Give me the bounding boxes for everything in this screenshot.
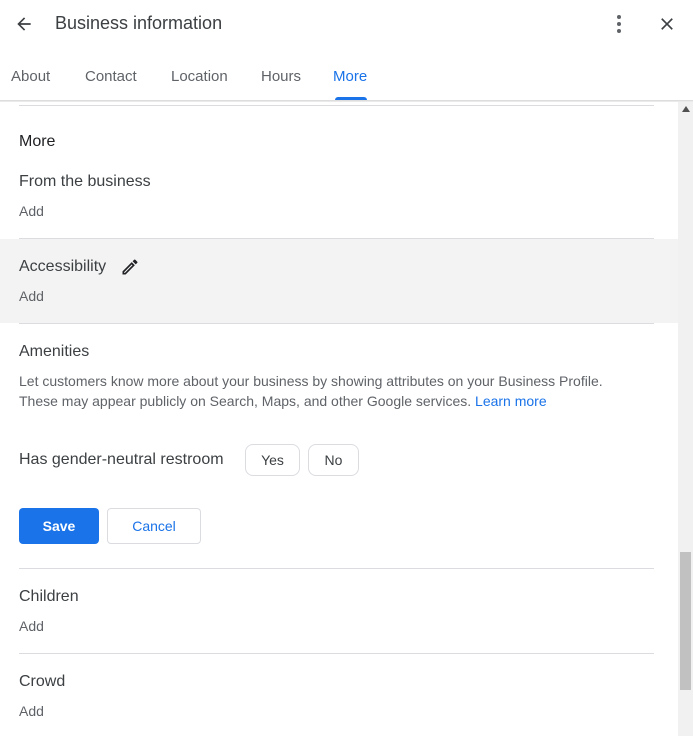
accessibility-row[interactable] bbox=[0, 239, 678, 323]
save-button[interactable]: Save bbox=[19, 508, 99, 544]
back-button[interactable] bbox=[10, 10, 38, 38]
divider bbox=[19, 653, 654, 654]
tab-hours[interactable]: Hours bbox=[261, 68, 301, 85]
vertical-scrollbar[interactable] bbox=[678, 102, 693, 736]
dialog-title: Business information bbox=[55, 13, 223, 33]
amenities-title: Amenities bbox=[19, 343, 90, 360]
tab-more[interactable]: More bbox=[333, 68, 367, 85]
scrollbar-thumb[interactable] bbox=[680, 552, 691, 690]
divider bbox=[19, 568, 654, 569]
amenities-description: Let customers know more about your busin… bbox=[19, 371, 639, 411]
tab-about[interactable]: About bbox=[11, 68, 50, 85]
section-heading: More bbox=[19, 133, 56, 150]
crowd-add-link[interactable]: Add bbox=[19, 703, 44, 719]
divider bbox=[19, 105, 654, 106]
divider bbox=[19, 323, 654, 324]
dialog-header: Business information bbox=[0, 0, 693, 48]
accessibility-add-link[interactable]: Add bbox=[19, 288, 44, 304]
arrow-back-icon bbox=[17, 17, 31, 31]
more-options-button[interactable] bbox=[606, 10, 632, 38]
close-icon bbox=[661, 18, 673, 30]
tab-location[interactable]: Location bbox=[171, 68, 228, 85]
gender-neutral-restroom-label: Has gender-neutral restroom bbox=[19, 451, 224, 468]
children-add-link[interactable]: Add bbox=[19, 618, 44, 634]
close-button[interactable] bbox=[654, 10, 680, 38]
no-chip[interactable]: No bbox=[308, 444, 359, 476]
tab-bar: About Contact Location Hours More bbox=[0, 56, 693, 100]
accessibility-title: Accessibility bbox=[19, 258, 107, 275]
tab-contact[interactable]: Contact bbox=[85, 68, 137, 85]
yes-chip[interactable]: Yes bbox=[245, 444, 300, 476]
children-title: Children bbox=[19, 588, 79, 605]
more-vert-icon bbox=[617, 15, 621, 33]
learn-more-link[interactable]: Learn more bbox=[475, 393, 547, 409]
pencil-icon[interactable] bbox=[120, 257, 140, 277]
from-business-title: From the business bbox=[19, 173, 151, 190]
cancel-button[interactable]: Cancel bbox=[107, 508, 201, 544]
crowd-title: Crowd bbox=[19, 673, 66, 690]
from-business-add-link[interactable]: Add bbox=[19, 203, 44, 219]
scroll-up-arrow-icon[interactable] bbox=[678, 102, 693, 116]
more-section-content: More From the business Add Accessibility… bbox=[0, 102, 678, 736]
